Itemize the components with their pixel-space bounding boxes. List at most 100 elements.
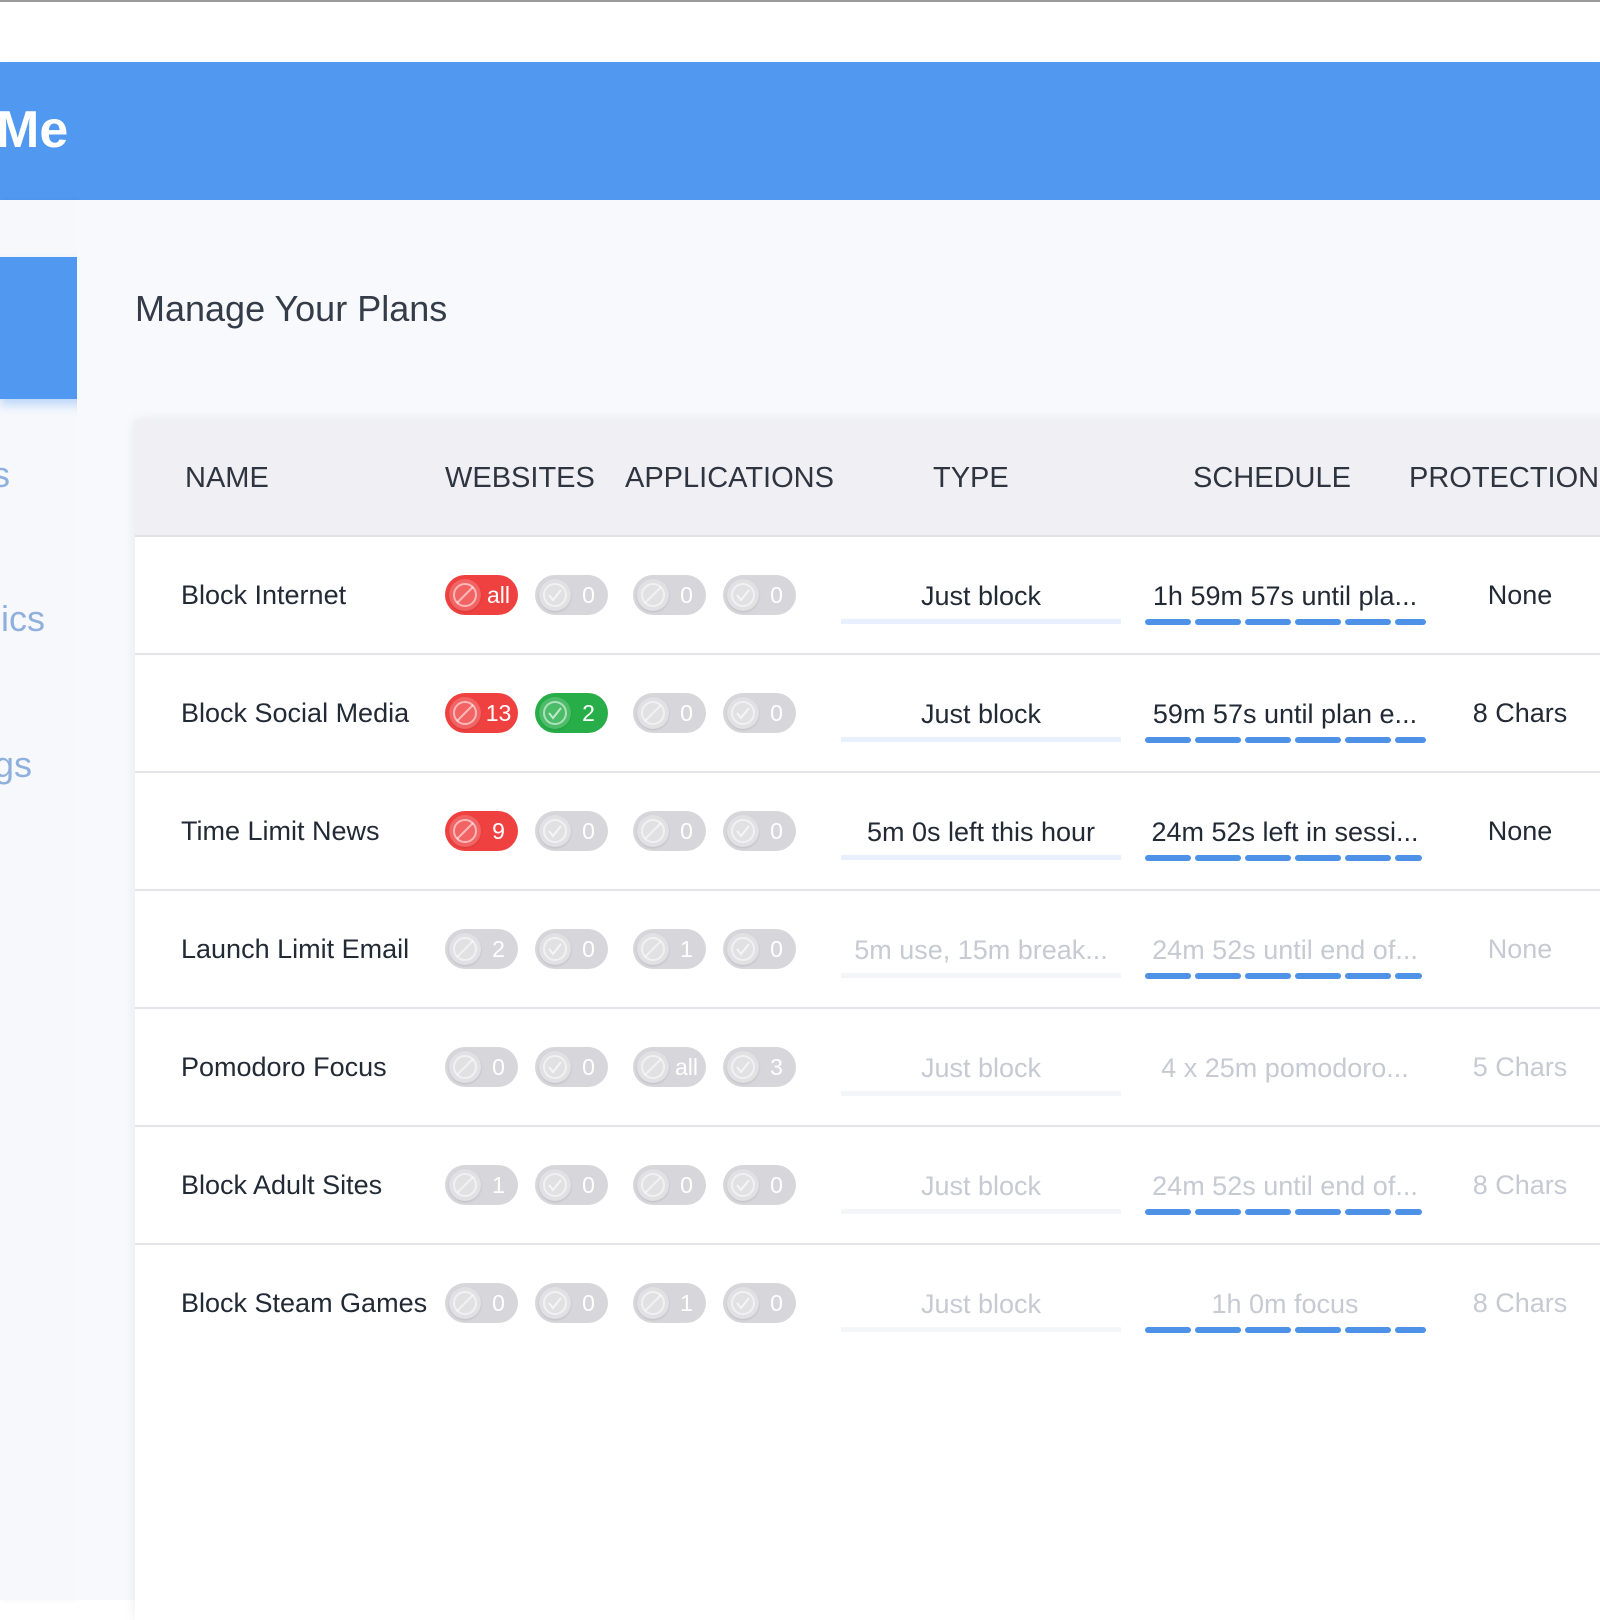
plan-schedule[interactable]: 24m 52s until end of... bbox=[1145, 891, 1425, 1007]
sidebar-item-label[interactable]: s bbox=[0, 454, 10, 496]
plan-schedule[interactable]: 59m 57s until plan e... bbox=[1145, 655, 1426, 771]
block-icon bbox=[637, 1051, 669, 1083]
schedule-segment bbox=[1345, 1209, 1391, 1215]
schedule-segment bbox=[1295, 737, 1341, 743]
plan-name[interactable]: Pomodoro Focus bbox=[181, 1009, 387, 1125]
plan-type[interactable]: Just block bbox=[841, 1009, 1121, 1125]
website-blocked-badge[interactable]: 0 bbox=[445, 1047, 518, 1087]
badge-count: 0 bbox=[680, 1172, 693, 1198]
table-row[interactable]: Block Social Media 13 2 0 0 Just block 5… bbox=[135, 655, 1600, 773]
schedule-progress bbox=[1145, 1327, 1426, 1333]
application-allowed-badge[interactable]: 0 bbox=[723, 1165, 796, 1205]
badge-count: all bbox=[674, 1054, 698, 1080]
plan-type[interactable]: Just block bbox=[841, 537, 1121, 653]
table-row[interactable]: Launch Limit Email 2 0 1 0 5m use, 15m b… bbox=[135, 891, 1600, 1009]
schedule-segment bbox=[1395, 737, 1426, 743]
badge-count: 0 bbox=[680, 818, 693, 844]
application-allowed-badge[interactable]: 0 bbox=[723, 575, 796, 615]
type-underline bbox=[841, 619, 1121, 624]
badge-count: 0 bbox=[770, 700, 783, 726]
plan-name[interactable]: Block Social Media bbox=[181, 655, 409, 771]
column-header-schedule[interactable]: SCHEDULE bbox=[1193, 420, 1351, 537]
plan-type[interactable]: Just block bbox=[841, 1127, 1121, 1243]
column-header-applications[interactable]: APPLICATIONS bbox=[625, 420, 834, 537]
website-allowed-badge[interactable]: 0 bbox=[535, 811, 608, 851]
badge-count: 0 bbox=[582, 582, 595, 608]
table-row[interactable]: Block Adult Sites 1 0 0 0 Just block 24m… bbox=[135, 1127, 1600, 1245]
application-blocked-badge[interactable]: 0 bbox=[633, 1165, 706, 1205]
plan-schedule[interactable]: 24m 52s left in sessi... bbox=[1145, 773, 1425, 889]
badge-count: 0 bbox=[770, 582, 783, 608]
plan-type[interactable]: 5m 0s left this hour bbox=[841, 773, 1121, 889]
plan-schedule[interactable]: 24m 52s until end of... bbox=[1145, 1127, 1425, 1243]
plan-name[interactable]: Time Limit News bbox=[181, 773, 380, 889]
plan-name[interactable]: Block Steam Games bbox=[181, 1245, 427, 1361]
plan-protection[interactable]: None bbox=[1435, 773, 1600, 889]
schedule-segment bbox=[1195, 855, 1241, 861]
plan-protection[interactable]: None bbox=[1435, 537, 1600, 653]
plan-schedule[interactable]: 4 x 25m pomodoro... bbox=[1145, 1009, 1425, 1125]
table-row[interactable]: Time Limit News 9 0 0 0 5m 0s left this … bbox=[135, 773, 1600, 891]
plan-type-text: Just block bbox=[920, 1289, 1042, 1319]
website-allowed-badge[interactable]: 0 bbox=[535, 1165, 608, 1205]
plan-name[interactable]: Block Internet bbox=[181, 537, 346, 653]
plan-protection[interactable]: None bbox=[1435, 891, 1600, 1007]
application-blocked-badge[interactable]: 1 bbox=[633, 929, 706, 969]
table-row[interactable]: Pomodoro Focus 0 0 all 3 Just block 4 x … bbox=[135, 1009, 1600, 1127]
application-blocked-badge[interactable]: 0 bbox=[633, 575, 706, 615]
table-row[interactable]: Block Steam Games 0 0 1 0 Just block 1h … bbox=[135, 1245, 1600, 1363]
plan-type-text: Just block bbox=[920, 1171, 1042, 1201]
badge-count: 0 bbox=[770, 1172, 783, 1198]
website-blocked-badge[interactable]: 13 bbox=[445, 693, 518, 733]
plan-protection[interactable]: 8 Chars bbox=[1435, 1245, 1600, 1361]
plan-type[interactable]: 5m use, 15m break... bbox=[841, 891, 1121, 1007]
plan-schedule[interactable]: 1h 0m focus bbox=[1145, 1245, 1426, 1361]
website-allowed-badge[interactable]: 0 bbox=[535, 929, 608, 969]
application-blocked-badge[interactable]: 1 bbox=[633, 1283, 706, 1323]
website-blocked-badge[interactable]: 0 bbox=[445, 1283, 518, 1323]
plan-name[interactable]: Block Adult Sites bbox=[181, 1127, 382, 1243]
schedule-segment bbox=[1245, 855, 1291, 861]
check-icon bbox=[727, 815, 759, 847]
sidebar-item-label[interactable]: gs bbox=[0, 744, 32, 786]
column-header-protection[interactable]: PROTECTION bbox=[1409, 420, 1599, 537]
plan-name[interactable]: Launch Limit Email bbox=[181, 891, 409, 1007]
schedule-segment bbox=[1395, 619, 1426, 625]
website-blocked-badge[interactable]: all bbox=[445, 575, 518, 615]
website-allowed-badge[interactable]: 2 bbox=[535, 693, 608, 733]
plan-type[interactable]: Just block bbox=[841, 1245, 1121, 1361]
column-header-name[interactable]: NAME bbox=[185, 420, 269, 537]
block-icon bbox=[449, 1169, 481, 1201]
plan-protection[interactable]: 5 Chars bbox=[1435, 1009, 1600, 1125]
column-header-type[interactable]: TYPE bbox=[933, 420, 1009, 537]
type-underline bbox=[841, 1209, 1121, 1214]
website-blocked-badge[interactable]: 2 bbox=[445, 929, 518, 969]
application-allowed-badge[interactable]: 0 bbox=[723, 1283, 796, 1323]
application-allowed-badge[interactable]: 3 bbox=[723, 1047, 796, 1087]
check-icon bbox=[539, 815, 571, 847]
schedule-segment bbox=[1395, 1209, 1422, 1215]
website-blocked-badge[interactable]: 1 bbox=[445, 1165, 518, 1205]
application-allowed-badge[interactable]: 0 bbox=[723, 929, 796, 969]
application-allowed-badge[interactable]: 0 bbox=[723, 811, 796, 851]
plan-schedule[interactable]: 1h 59m 57s until pla... bbox=[1145, 537, 1426, 653]
table-row[interactable]: Block Internet all 0 0 0 Just block 1h 5… bbox=[135, 537, 1600, 655]
column-header-websites[interactable]: WEBSITES bbox=[445, 420, 595, 537]
plan-protection[interactable]: 8 Chars bbox=[1435, 655, 1600, 771]
block-icon bbox=[637, 697, 669, 729]
application-blocked-badge[interactable]: all bbox=[633, 1047, 706, 1087]
website-allowed-badge[interactable]: 0 bbox=[535, 575, 608, 615]
application-allowed-badge[interactable]: 0 bbox=[723, 693, 796, 733]
schedule-segment bbox=[1395, 1327, 1426, 1333]
website-blocked-badge[interactable]: 9 bbox=[445, 811, 518, 851]
plan-protection[interactable]: 8 Chars bbox=[1435, 1127, 1600, 1243]
application-blocked-badge[interactable]: 0 bbox=[633, 811, 706, 851]
sidebar-item-label[interactable]: ics bbox=[0, 598, 45, 640]
plan-schedule-text: 24m 52s until end of... bbox=[1152, 1171, 1418, 1201]
website-allowed-badge[interactable]: 0 bbox=[535, 1283, 608, 1323]
application-blocked-badge[interactable]: 0 bbox=[633, 693, 706, 733]
schedule-segment bbox=[1145, 619, 1191, 625]
website-allowed-badge[interactable]: 0 bbox=[535, 1047, 608, 1087]
schedule-segment bbox=[1145, 737, 1191, 743]
plan-type[interactable]: Just block bbox=[841, 655, 1121, 771]
